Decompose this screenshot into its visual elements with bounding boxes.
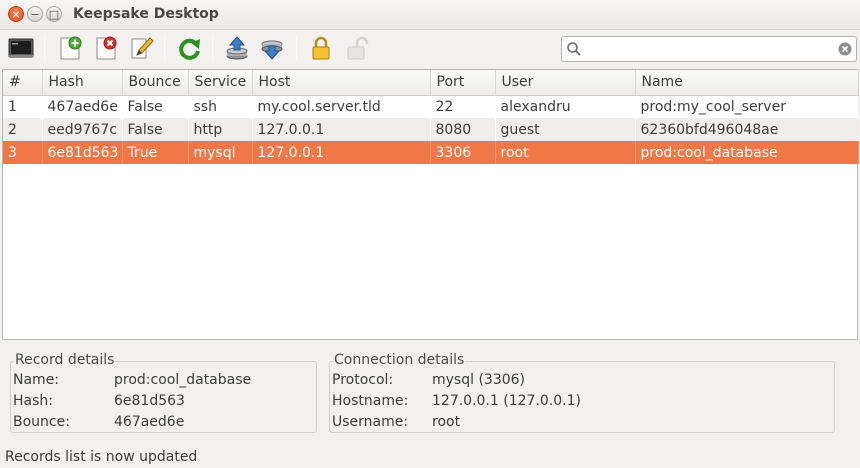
window-minimize-button[interactable]: −	[27, 6, 43, 22]
record-details-title: Record details	[14, 352, 116, 368]
username-label: Username:	[332, 414, 409, 430]
edit-record-button[interactable]	[128, 34, 156, 62]
column-header-host[interactable]: Host	[252, 70, 431, 96]
cell-hash: 6e81d563	[42, 141, 123, 164]
connection-details-title: Connection details	[333, 352, 466, 368]
hostname-value: 127.0.0.1 (127.0.0.1)	[432, 393, 581, 409]
cell-bounce: True	[122, 141, 189, 164]
cell-host: 127.0.0.1	[252, 141, 431, 164]
table-row[interactable]: 2 eed9767c False http 127.0.0.1 8080 gue…	[3, 118, 858, 141]
cell-host: my.cool.server.tld	[252, 95, 430, 118]
column-header-hash[interactable]: Hash	[42, 70, 123, 96]
clear-search-icon[interactable]	[838, 42, 852, 56]
refresh-icon	[179, 38, 200, 60]
protocol-label: Protocol:	[332, 372, 394, 388]
lock-icon	[312, 36, 330, 60]
terminal-icon	[8, 38, 34, 58]
cell-service: mysql	[188, 141, 253, 164]
record-details-group: Record details Name: prod:cool_database …	[10, 352, 317, 433]
search-box	[561, 36, 857, 62]
window-maximize-button[interactable]: □	[46, 6, 62, 22]
cell-hash: 467aed6e	[42, 95, 122, 118]
upload-icon	[226, 36, 248, 60]
add-record-icon	[60, 36, 82, 60]
search-input[interactable]	[584, 39, 834, 59]
unlock-icon	[347, 36, 369, 60]
column-header-name[interactable]: Name	[635, 70, 859, 96]
cell-port: 22	[430, 95, 495, 118]
column-header-bounce[interactable]: Bounce	[122, 70, 189, 96]
title-bar: × − □ Keepsake Desktop	[0, 0, 860, 30]
status-bar-text: Records list is now updated	[5, 449, 198, 465]
table-row-selected[interactable]: 3 6e81d563 True mysql 127.0.0.1 3306 roo…	[3, 141, 859, 164]
cell-number: 3	[3, 141, 43, 164]
column-header-number[interactable]: #	[3, 70, 43, 96]
protocol-value: mysql (3306)	[432, 372, 525, 388]
record-name-label: Name:	[13, 372, 60, 388]
refresh-button[interactable]	[175, 34, 203, 62]
record-name-value: prod:cool_database	[114, 372, 252, 388]
cell-hash: eed9767c	[42, 118, 122, 141]
username-value: root	[432, 414, 461, 430]
cell-host: 127.0.0.1	[252, 118, 430, 141]
connection-details-group: Connection details Protocol: mysql (3306…	[329, 352, 835, 433]
column-header-port[interactable]: Port	[430, 70, 496, 96]
table-row[interactable]: 1 467aed6e False ssh my.cool.server.tld …	[3, 95, 858, 118]
window-title: Keepsake Desktop	[73, 6, 219, 22]
cell-bounce: False	[122, 95, 188, 118]
cell-user: guest	[495, 118, 635, 141]
cell-port: 3306	[430, 141, 496, 164]
cell-name: prod:my_cool_server	[635, 95, 858, 118]
cell-number: 1	[3, 95, 42, 118]
table-header: # Hash Bounce Service Host Port User Nam…	[3, 70, 859, 96]
cell-service: http	[188, 118, 252, 141]
cell-port: 8080	[430, 118, 495, 141]
record-hash-label: Hash:	[13, 393, 53, 409]
cell-service: ssh	[188, 95, 252, 118]
edit-record-icon	[131, 37, 154, 59]
cell-name: prod:cool_database	[635, 141, 859, 164]
record-bounce-label: Bounce:	[13, 414, 70, 430]
delete-record-button[interactable]	[92, 34, 120, 62]
terminal-button[interactable]	[7, 34, 35, 62]
add-record-button[interactable]	[56, 34, 84, 62]
cell-user: alexandru	[495, 95, 635, 118]
cell-name: 62360bfd496048ae	[635, 118, 858, 141]
delete-record-icon	[96, 36, 117, 60]
record-bounce-value: 467aed6e	[114, 414, 185, 430]
hostname-label: Hostname:	[332, 393, 409, 409]
unlock-button[interactable]	[342, 34, 370, 62]
toolbar	[0, 30, 860, 68]
download-icon	[261, 40, 283, 60]
upload-button[interactable]	[223, 34, 251, 62]
cell-user: root	[495, 141, 636, 164]
column-header-user[interactable]: User	[495, 70, 636, 96]
lock-button[interactable]	[307, 34, 335, 62]
download-button[interactable]	[258, 34, 286, 62]
record-hash-value: 6e81d563	[114, 393, 185, 409]
records-table: # Hash Bounce Service Host Port User Nam…	[2, 69, 859, 340]
search-icon	[567, 42, 581, 56]
window-close-button[interactable]: ×	[8, 6, 24, 22]
cell-number: 2	[3, 118, 42, 141]
column-header-service[interactable]: Service	[188, 70, 253, 96]
cell-bounce: False	[122, 118, 188, 141]
